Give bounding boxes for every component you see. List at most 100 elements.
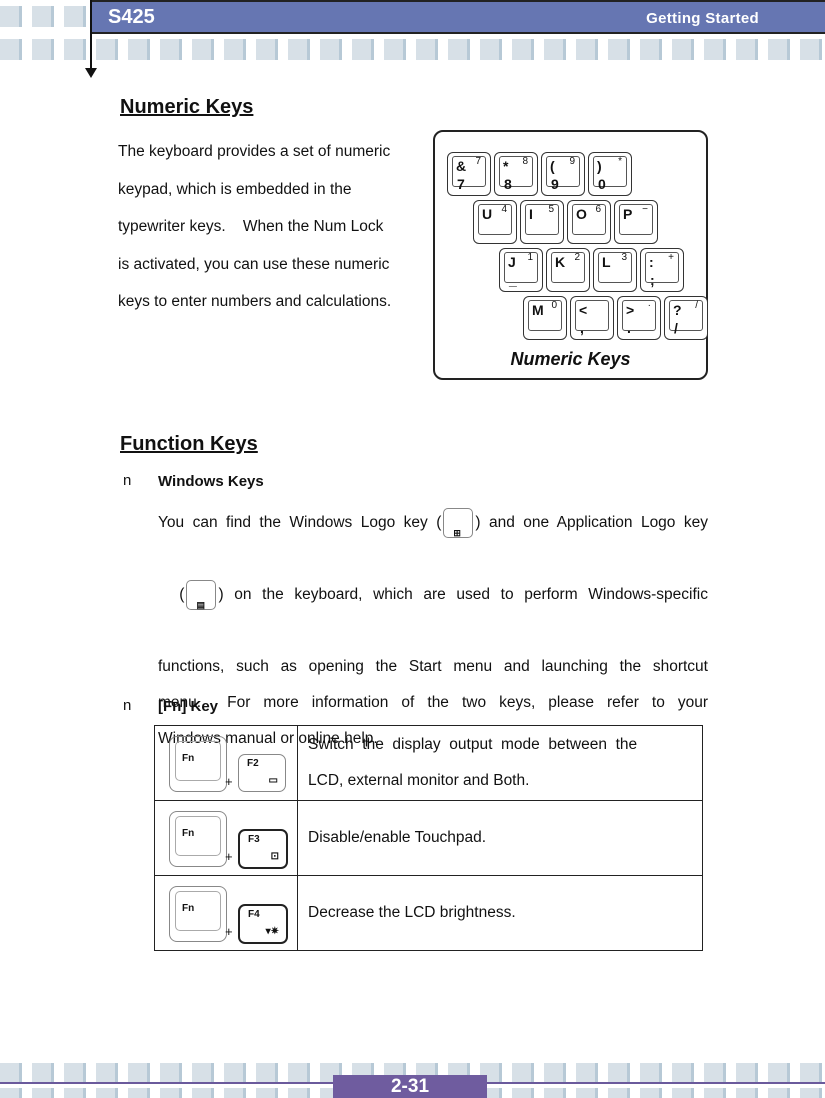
description-line: LCD, external monitor and Both.	[308, 772, 530, 789]
keycap-main-label: &	[456, 158, 467, 174]
decorative-tile	[576, 1063, 598, 1084]
decorative-tile	[224, 1088, 246, 1098]
keycap-low-label: ;	[650, 272, 655, 288]
decorative-tile	[672, 1088, 694, 1098]
fn-key-icon: Fn	[169, 811, 227, 867]
decorative-tile	[32, 1088, 54, 1098]
keycap-low-label: ,	[580, 320, 584, 336]
keycap-num-label: 5	[548, 204, 554, 215]
decorative-tile	[64, 1088, 86, 1098]
keycap-main-label: U	[482, 206, 493, 222]
decorative-tile	[448, 39, 470, 60]
keycap-num-label: 6	[595, 204, 601, 215]
decorative-tile	[160, 1088, 182, 1098]
decorative-tile	[192, 1088, 214, 1098]
bullet-marker: n	[123, 472, 132, 489]
keycap-low-label: 7	[457, 176, 465, 192]
key-description-cell: Disable/enable Touchpad.	[297, 800, 703, 876]
decorative-tile	[800, 1063, 822, 1084]
keycap-main-label: >	[626, 302, 635, 318]
keycap-low-label: _	[509, 272, 517, 288]
fn-key-icon: Fn	[169, 886, 227, 942]
decorative-tile	[192, 39, 214, 60]
keycap: I5	[520, 200, 564, 244]
decorative-tile	[32, 1063, 54, 1084]
keycap: M0	[523, 296, 567, 340]
plus-sign: +	[225, 924, 233, 939]
key-combo-cell: Fn + F3 ⊡	[154, 800, 298, 876]
decorative-tile	[64, 39, 86, 60]
decorative-tile	[736, 39, 758, 60]
fn-key-table: Fn + F2 ▭ Switch the display output mode…	[154, 725, 703, 951]
decorative-tile	[672, 1063, 694, 1084]
keycap-num-label: ·	[647, 300, 651, 311]
decorative-tile	[32, 6, 54, 27]
decorative-tile	[800, 39, 822, 60]
decorative-tile	[672, 39, 694, 60]
fn-table-row: Fn + F4 ▾✷ Decrease the LCD brightness.	[154, 875, 703, 951]
decorative-tile	[544, 1088, 566, 1098]
keycap: U4	[473, 200, 517, 244]
decorative-tile	[96, 39, 118, 60]
windows-keys-paragraph: You can find the Windows Logo key (⊞) an…	[158, 505, 708, 757]
keycap-low-label: /	[674, 320, 678, 336]
decorative-tile	[320, 39, 342, 60]
windows-logo-key-icon: ⊞	[443, 507, 474, 538]
keycap-main-label: K	[555, 254, 566, 270]
paragraph-line: is activated, you can use these numeric	[118, 255, 390, 273]
decorative-tile	[608, 39, 630, 60]
decorative-tile	[608, 1063, 630, 1084]
keycap-main-label: O	[576, 206, 587, 222]
keycap-main-label: )	[597, 158, 602, 174]
decorative-tile	[256, 39, 278, 60]
paragraph-line: (▤) on the keyboard, which are used to p…	[158, 541, 708, 649]
decorative-tile	[256, 1088, 278, 1098]
decorative-tile	[64, 6, 86, 27]
f4-key-icon: F4 ▾✷	[238, 904, 288, 944]
keycap-main-label: ?	[673, 302, 682, 318]
keycap-num-label: 4	[501, 204, 507, 215]
decorative-tile	[800, 1088, 822, 1098]
key-description-cell: Switch the display output mode between t…	[297, 725, 703, 801]
windows-keys-title: Windows Keys	[158, 473, 264, 490]
arrow-down-icon	[85, 68, 97, 78]
decorative-tile	[704, 1088, 726, 1098]
decorative-tile	[512, 1088, 534, 1098]
decorative-tile	[512, 1063, 534, 1084]
keycap-main-label: :	[649, 254, 654, 270]
numeric-keys-heading: Numeric Keys	[120, 96, 254, 118]
header-guide-line	[90, 0, 92, 70]
decorative-tile	[224, 39, 246, 60]
keycap: ? / /	[664, 296, 708, 340]
paragraph-line: typewriter keys. When the Num Lock	[118, 218, 384, 235]
decorative-tile	[736, 1063, 758, 1084]
decorative-tile	[128, 1088, 150, 1098]
decorative-tile	[288, 1063, 310, 1084]
keycap-main-label: J	[508, 254, 516, 270]
keycap-main-label: I	[529, 206, 533, 222]
keycap-main-label: *	[503, 158, 509, 174]
keycap: P −	[614, 200, 658, 244]
paragraph-line: You can find the Windows Logo key (⊞) an…	[158, 505, 708, 541]
decorative-tile	[0, 1088, 22, 1098]
keycap-main-label: L	[602, 254, 611, 270]
decorative-tile	[768, 1063, 790, 1084]
paragraph-line: keypad, which is embedded in the	[118, 180, 352, 198]
keycap-main-label: (	[550, 158, 555, 174]
decorative-tile	[640, 1063, 662, 1084]
keycap-num-label: 0	[551, 300, 557, 311]
model-title: S425	[108, 6, 155, 28]
fn-table-row: Fn + F3 ⊡ Disable/enable Touchpad.	[154, 800, 703, 876]
decorative-tile	[576, 1088, 598, 1098]
keycap: O6	[567, 200, 611, 244]
decorative-tile	[288, 39, 310, 60]
plus-sign: +	[225, 774, 233, 789]
numeric-keys-paragraph: The keyboard provides a set of numeric k…	[118, 133, 418, 321]
decorative-tile	[64, 1063, 86, 1084]
keycap: ) * 0	[588, 152, 632, 196]
decorative-tile	[480, 39, 502, 60]
paragraph-line: The keyboard provides a set of numeric	[118, 143, 391, 160]
decorative-tile	[0, 6, 22, 27]
keycap-num-label: 1	[527, 252, 533, 263]
decorative-tile	[768, 39, 790, 60]
